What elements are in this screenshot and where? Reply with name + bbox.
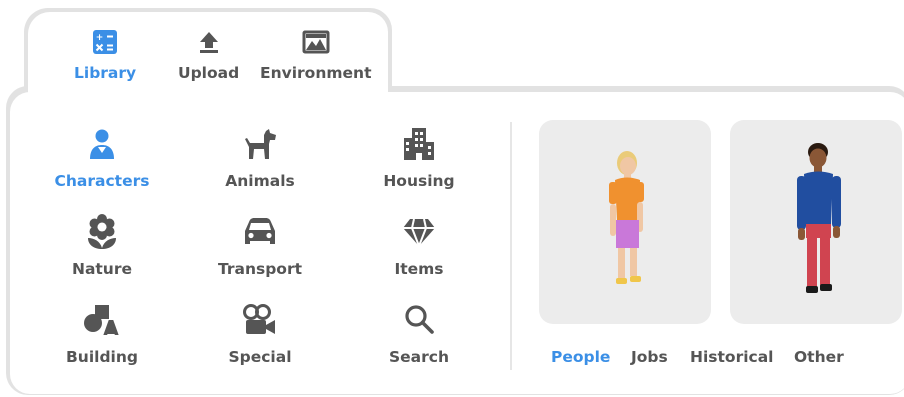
character-blonde-child [609,151,644,284]
category-search[interactable]: Search [344,302,494,366]
category-transport-label: Transport [217,260,303,278]
subtab-other[interactable]: Other [794,348,844,366]
character-card[interactable] [730,120,902,324]
category-building[interactable]: A Building [27,302,177,366]
character-figure [609,151,644,284]
shapes-icon: A [83,302,121,338]
category-animals-label: Animals [225,172,295,190]
category-items[interactable]: Items [344,214,494,278]
dog-icon [242,126,278,162]
search-icon [403,302,435,338]
character-figure [797,143,841,293]
category-transport[interactable]: Transport [185,214,335,278]
category-characters-label: Characters [54,172,150,190]
flower-icon [86,214,118,250]
character-card[interactable] [539,120,711,324]
category-animals[interactable]: Animals [185,126,335,190]
svg-text:+: + [96,33,104,43]
svg-text:A: A [103,316,119,337]
category-housing[interactable]: Housing [344,126,494,190]
category-characters[interactable]: Characters [27,126,177,190]
character-dark-adult [797,143,841,293]
tab-environment[interactable]: Environment [260,26,371,82]
subtab-jobs[interactable]: Jobs [631,348,668,366]
tab-upload[interactable]: Upload [178,26,239,82]
panel-divider [510,122,512,370]
category-nature[interactable]: Nature [27,214,177,278]
category-search-label: Search [388,348,449,366]
video-camera-icon [242,302,278,338]
category-special[interactable]: Special [185,302,335,366]
city-icon [401,126,437,162]
category-special-label: Special [228,348,292,366]
category-building-label: Building [65,348,138,366]
tab-library[interactable]: + Library [74,26,136,82]
diamond-icon [402,214,436,250]
environment-icon [302,26,330,58]
tab-environment-label: Environment [260,64,372,82]
tab-upload-label: Upload [178,64,240,82]
car-icon [242,214,278,250]
library-icon: + [92,26,118,58]
person-icon [87,126,117,162]
category-housing-label: Housing [383,172,455,190]
category-nature-label: Nature [71,260,133,278]
category-items-label: Items [394,260,444,278]
upload-icon [196,26,222,58]
subtab-people[interactable]: People [551,348,610,366]
subtab-historical[interactable]: Historical [690,348,774,366]
tab-library-label: Library [74,64,137,82]
